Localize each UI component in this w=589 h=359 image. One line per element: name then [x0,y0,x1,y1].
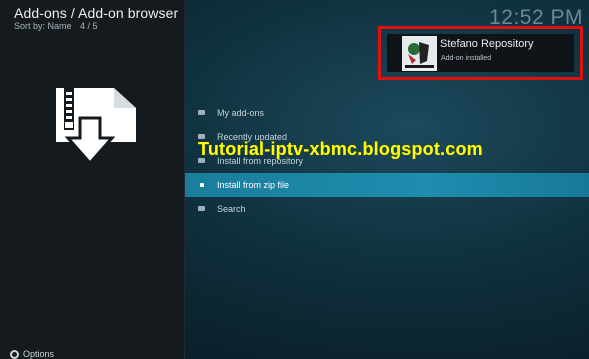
notification-subtitle: Add-on installed [441,55,492,62]
menu-item-label: My add-ons [217,108,265,118]
watermark-text: Tutorial-iptv-xbmc.blogspot.com [198,139,483,159]
menu-item-label: Search [217,204,246,214]
options-label: Options [23,349,55,359]
folder-icon [198,206,205,211]
menu-item-install-from-zip[interactable]: Install from zip file [185,173,589,197]
page-title: Add-ons / Add-on browser [14,5,179,21]
left-panel: Add-ons / Add-on browser Sort by: Name 4… [0,0,185,359]
folder-icon [200,183,204,187]
menu-item-my-addons[interactable]: My add-ons [185,101,589,125]
sort-label: Sort by: Name [14,21,72,31]
notification-title: Stefano Repository [440,38,534,50]
menu-item-label: Install from zip file [217,180,290,190]
item-position: 4 / 5 [80,21,98,31]
menu-item-search[interactable]: Search [185,197,589,221]
sort-info: Sort by: Name 4 / 5 [14,21,104,31]
zip-install-icon [56,88,136,164]
gear-icon [10,349,19,359]
folder-icon [198,110,205,115]
kodi-screen: Add-ons / Add-on browser Sort by: Name 4… [0,0,589,359]
addon-menu: My add-ons Recently updated Install from… [185,101,589,221]
options-button[interactable]: Options [10,349,54,359]
stefano-repository-logo [402,36,437,71]
